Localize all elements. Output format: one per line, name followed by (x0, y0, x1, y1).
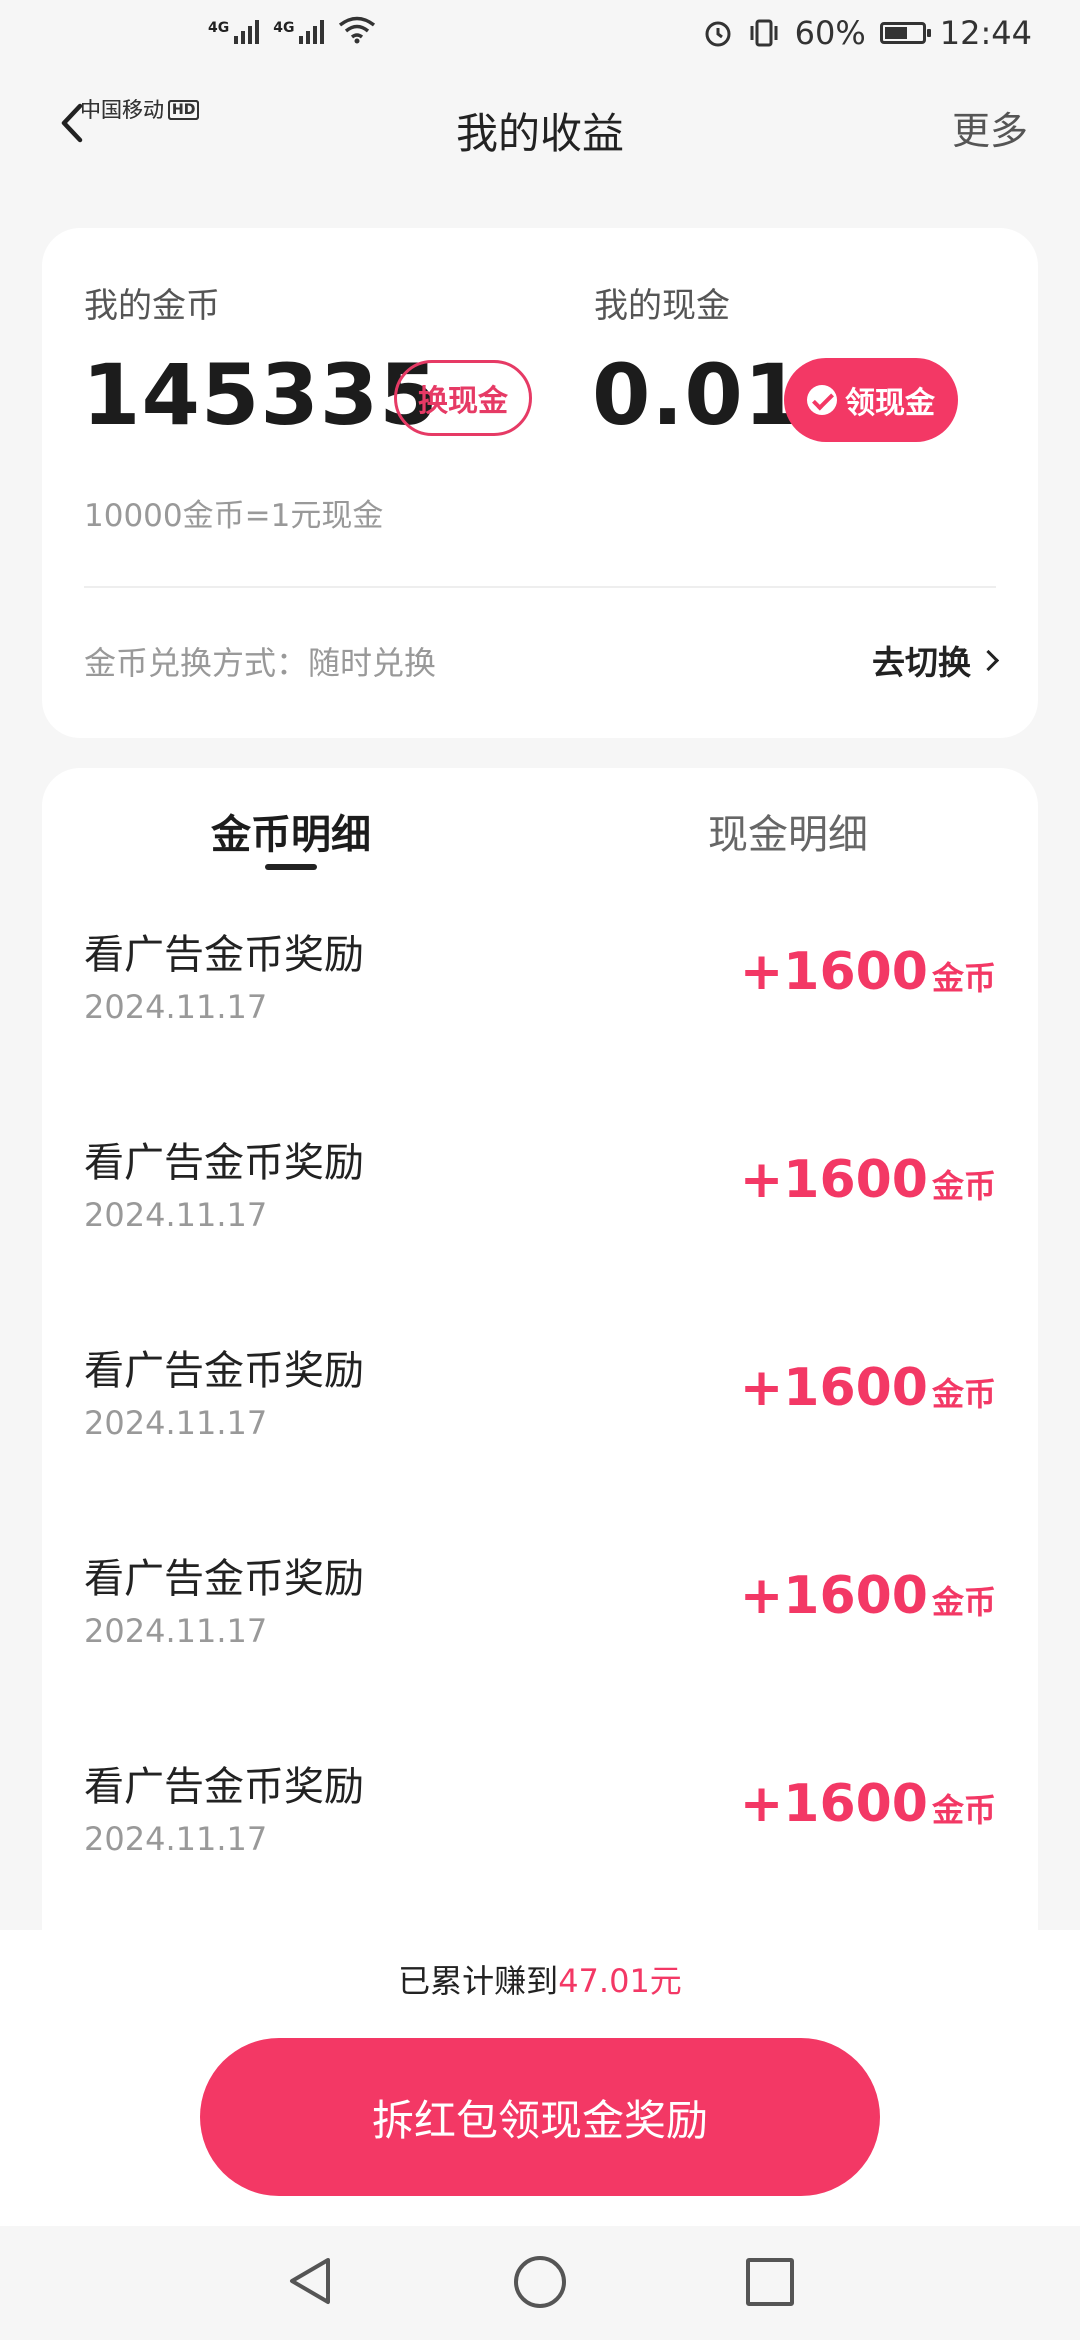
list-item: 看广告金币奖励 2024.11.17 +1600 金币 (42, 1096, 1038, 1304)
total-amount: 47.01元 (558, 1962, 682, 2000)
more-button[interactable]: 更多 (952, 100, 1028, 155)
total-prefix: 已累计赚到 (398, 1962, 559, 2000)
record-amount: +1600 金币 (740, 1150, 996, 1210)
switch-label: 去切换 (872, 643, 971, 682)
record-title: 看广告金币奖励 (84, 932, 364, 978)
chevron-right-icon (977, 649, 1000, 671)
system-nav-bar (0, 2226, 1080, 2340)
record-date: 2024.11.17 (84, 1820, 268, 1858)
top-nav-bar: 我的收益 更多 (0, 80, 1080, 170)
switch-method-link[interactable]: 去切换 (872, 636, 1000, 684)
amount-unit: 金币 (931, 1167, 996, 1205)
amount-value: +1600 (739, 1774, 928, 1834)
list-item: 看广告金币奖励 2024.11.17 +1600 金币 (42, 1304, 1038, 1512)
network-type: 4G (208, 20, 230, 36)
record-title: 看广告金币奖励 (84, 1764, 364, 1810)
earnings-card: 我的金币 145335 换现金 我的现金 0.01 领现金 10000金币=1元… (42, 228, 1038, 738)
nav-recent-apps-icon[interactable] (746, 2258, 794, 2306)
record-title: 看广告金币奖励 (84, 1348, 364, 1394)
vibrate-icon (750, 19, 778, 47)
record-amount: +1600 金币 (740, 942, 996, 1002)
record-title: 看广告金币奖励 (84, 1140, 364, 1186)
status-right: 60% 12:44 (703, 14, 1032, 52)
open-red-packet-button[interactable]: 拆红包领现金奖励 (200, 2038, 880, 2196)
amount-value: +1600 (739, 942, 928, 1002)
exchange-method: 金币兑换方式：随时兑换 (84, 644, 437, 682)
nav-home-icon[interactable] (514, 2256, 566, 2308)
record-amount: +1600 金币 (740, 1358, 996, 1418)
exchange-rate: 10000金币=1元现金 (84, 498, 384, 534)
active-tab-indicator (265, 864, 317, 870)
list-item: 看广告金币奖励 2024.11.17 +1600 金币 (42, 1720, 1038, 1928)
list-item: 看广告金币奖励 2024.11.17 +1600 金币 (42, 1512, 1038, 1720)
record-title: 看广告金币奖励 (84, 1556, 364, 1602)
detail-card: 金币明细 现金明细 看广告金币奖励 2024.11.17 +1600 金币 看广告… (42, 768, 1038, 1940)
coins-label: 我的金币 (84, 286, 220, 326)
cash-label: 我的现金 (594, 286, 730, 326)
record-date: 2024.11.17 (84, 988, 268, 1026)
battery-icon (879, 22, 931, 44)
battery-percent: 60% (794, 14, 866, 52)
signal-icons: 4G 4G (208, 16, 376, 44)
record-date: 2024.11.17 (84, 1196, 268, 1234)
cell-signal-icon: 4G (208, 20, 260, 44)
amount-value: +1600 (739, 1566, 928, 1626)
bottom-panel: 已累计赚到47.01元 拆红包领现金奖励 (0, 1930, 1080, 2226)
nav-back-icon[interactable] (286, 2254, 334, 2308)
status-bar: 中国移动 HD 中国移动 HD 4G 4G 60% 12:44 (0, 0, 1080, 122)
tab-cash-details[interactable]: 现金明细 (638, 802, 938, 860)
wifi-icon (339, 16, 376, 44)
network-type: 4G (273, 20, 295, 36)
total-earned: 已累计赚到47.01元 (0, 1956, 1080, 2002)
claim-cash-button[interactable]: 领现金 (784, 358, 958, 442)
amount-unit: 金币 (931, 959, 996, 997)
amount-unit: 金币 (931, 1791, 996, 1829)
wechat-pay-icon (807, 385, 837, 415)
amount-unit: 金币 (931, 1583, 996, 1621)
list-item: 看广告金币奖励 2024.11.17 +1600 金币 (42, 888, 1038, 1096)
claim-cash-label: 领现金 (845, 386, 935, 421)
cell-signal-icon: 4G (273, 20, 325, 44)
record-amount: +1600 金币 (740, 1774, 996, 1834)
exchange-cash-button[interactable]: 换现金 (394, 360, 532, 436)
alarm-icon (705, 21, 731, 47)
amount-value: +1600 (739, 1150, 928, 1210)
amount-value: +1600 (739, 1358, 928, 1418)
amount-unit: 金币 (931, 1375, 996, 1413)
coins-value: 145335 (82, 346, 439, 444)
record-date: 2024.11.17 (84, 1612, 268, 1650)
record-amount: +1600 金币 (740, 1566, 996, 1626)
cash-value: 0.01 (592, 346, 804, 444)
record-date: 2024.11.17 (84, 1404, 268, 1442)
page-title: 我的收益 (455, 109, 624, 158)
clock: 12:44 (939, 14, 1032, 52)
tab-coin-details[interactable]: 金币明细 (141, 802, 441, 860)
divider (84, 586, 996, 588)
